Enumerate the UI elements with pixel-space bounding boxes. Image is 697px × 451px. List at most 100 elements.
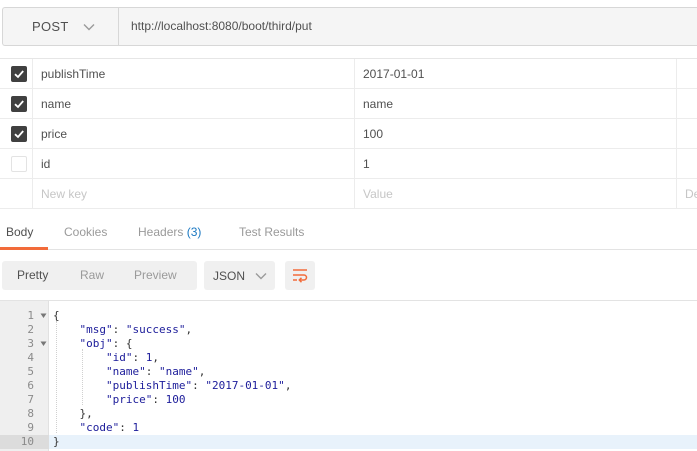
param-row: price 100 [0,119,697,149]
code-line: 10} [0,435,697,449]
code-text: "price": 100 [53,393,185,407]
raw-button[interactable]: Raw [80,261,104,290]
wrap-lines-button[interactable] [285,261,315,290]
url-box: POST http://localhost:8080/boot/third/pu… [2,7,697,46]
param-checkbox[interactable] [11,96,27,112]
code-text: "publishTime": "2017-01-01", [53,379,291,393]
code-token: "obj" [79,337,113,350]
check-icon [14,100,24,109]
code-text: "code": 1 [53,421,140,435]
response-body-editor[interactable]: 1{2 "msg": "success", 3 "obj": {4 "id": 1… [0,300,697,451]
code-line: 6 "publishTime": "2017-01-01", [0,379,697,393]
code-line: 9 "code": 1 [0,421,697,435]
param-value[interactable]: 2017-01-01 [363,59,424,89]
check-icon [14,70,24,79]
code-token: : [145,365,159,378]
code-token: "name" [105,365,146,378]
check-icon [14,130,24,139]
response-tabs: Body Cookies Headers (3) Test Results [0,214,697,250]
code-token: : [132,351,146,364]
url-input[interactable]: http://localhost:8080/boot/third/put [131,8,312,45]
fold-arrow-icon[interactable] [40,313,47,319]
method-select[interactable]: POST [3,8,119,45]
method-label: POST [32,19,69,34]
code-text: "id": 1, [53,351,159,365]
line-number: 7 [27,393,34,406]
code-text: "obj": { [53,337,133,351]
code-text: "name": "name", [53,365,205,379]
param-key[interactable]: name [41,89,71,119]
tab-headers[interactable]: Headers (3) [138,214,201,250]
line-number: 10 [20,435,34,448]
param-key[interactable]: price [41,119,67,149]
param-row: name name [0,89,697,119]
param-checkbox[interactable] [11,126,27,142]
code-token: } [53,435,60,448]
tab-test-results[interactable]: Test Results [239,214,304,250]
headers-count-badge: (3) [186,225,202,239]
code-token: "id" [105,351,133,364]
code-token: , [284,379,292,392]
param-row: publishTime 2017-01-01 [0,59,697,89]
code-token: }, [79,407,93,420]
line-number: 4 [27,351,34,364]
code-text: }, [53,407,93,421]
chevron-down-icon [83,21,95,33]
code-token: "success" [125,323,186,336]
param-row-new: New key Value De [0,179,697,209]
param-checkbox[interactable] [11,66,27,82]
format-select[interactable]: JSON [204,261,275,290]
code-line: 7 "price": 100 [0,393,697,407]
code-line: 1{ [0,309,697,323]
line-number: 8 [27,407,34,420]
code-line: 3 "obj": { [0,337,697,351]
code-token: "code" [79,421,120,434]
code-line: 2 "msg": "success", [0,323,697,337]
tab-headers-label: Headers [138,225,184,239]
params-table: publishTime 2017-01-01 name name price 1… [0,58,697,209]
code-token: "publishTime" [105,379,193,392]
code-text: "msg": "success", [53,323,193,337]
fold-arrow-icon[interactable] [40,341,47,347]
code-token: "msg" [79,323,113,336]
code-token: "2017-01-01" [205,379,285,392]
tab-cookies[interactable]: Cookies [64,214,107,250]
line-number: 3 [27,337,34,350]
param-value[interactable]: 100 [363,119,383,149]
param-value[interactable]: 1 [363,149,370,179]
code-token: : [192,379,206,392]
param-key[interactable]: id [41,149,50,179]
request-bar: POST http://localhost:8080/boot/third/pu… [0,0,697,53]
code-token: : [112,323,126,336]
param-key[interactable]: publishTime [41,59,105,89]
preview-button[interactable]: Preview [134,261,177,290]
line-number: 9 [27,421,34,434]
line-number: 1 [27,309,34,322]
code-line: 4 "id": 1, [0,351,697,365]
code-line: 8 }, [0,407,697,421]
tab-body[interactable]: Body [6,214,33,250]
code-line: 5 "name": "name", [0,365,697,379]
wrap-lines-icon [293,269,308,283]
code-token: , [198,365,206,378]
code-token: 1 [132,421,140,434]
param-value[interactable]: name [363,89,393,119]
pretty-button[interactable]: Pretty [17,261,48,290]
code-token: , [185,323,193,336]
format-label: JSON [213,268,246,283]
chevron-down-icon [255,270,267,282]
code-token: "name" [158,365,199,378]
new-value-input[interactable]: Value [363,179,393,209]
response-view-toolbar: Pretty Raw Preview JSON [0,250,697,300]
param-checkbox[interactable] [11,156,27,172]
code-token: 100 [165,393,186,406]
line-number: 6 [27,379,34,392]
line-number: 5 [27,365,34,378]
new-key-input[interactable]: New key [41,179,87,209]
view-mode-switch: Pretty Raw Preview [2,261,197,290]
param-row: id 1 [0,149,697,179]
code-token: : { [112,337,133,350]
new-description-input[interactable]: De [685,179,697,209]
line-number: 2 [27,323,34,336]
code-token: : [152,393,166,406]
